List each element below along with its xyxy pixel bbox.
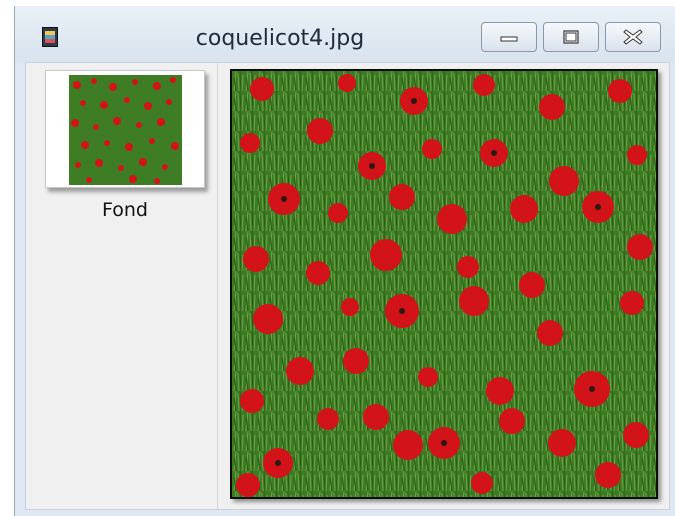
- title-bar[interactable]: coquelicot4.jpg: [15, 6, 675, 62]
- poppy-field-image: [232, 71, 656, 497]
- close-button[interactable]: [605, 22, 661, 52]
- poppy-field-thumbnail: [69, 75, 182, 185]
- maximize-button[interactable]: [543, 22, 599, 52]
- image-file-icon: [42, 27, 58, 47]
- thumbnail-fond[interactable]: [45, 70, 205, 188]
- thumbnail-sidebar: Fond: [26, 63, 218, 509]
- image-viewer-window: coquelicot4.jpg Fond: [14, 6, 675, 516]
- minimize-button[interactable]: [481, 22, 537, 52]
- window-title: coquelicot4.jpg: [195, 26, 365, 51]
- close-icon: [623, 29, 643, 45]
- minimize-icon: [500, 36, 518, 42]
- window-client-area: Fond: [25, 62, 670, 510]
- maximize-icon: [563, 30, 579, 44]
- thumbnail-label: Fond: [102, 199, 148, 221]
- main-image-view: [230, 69, 658, 499]
